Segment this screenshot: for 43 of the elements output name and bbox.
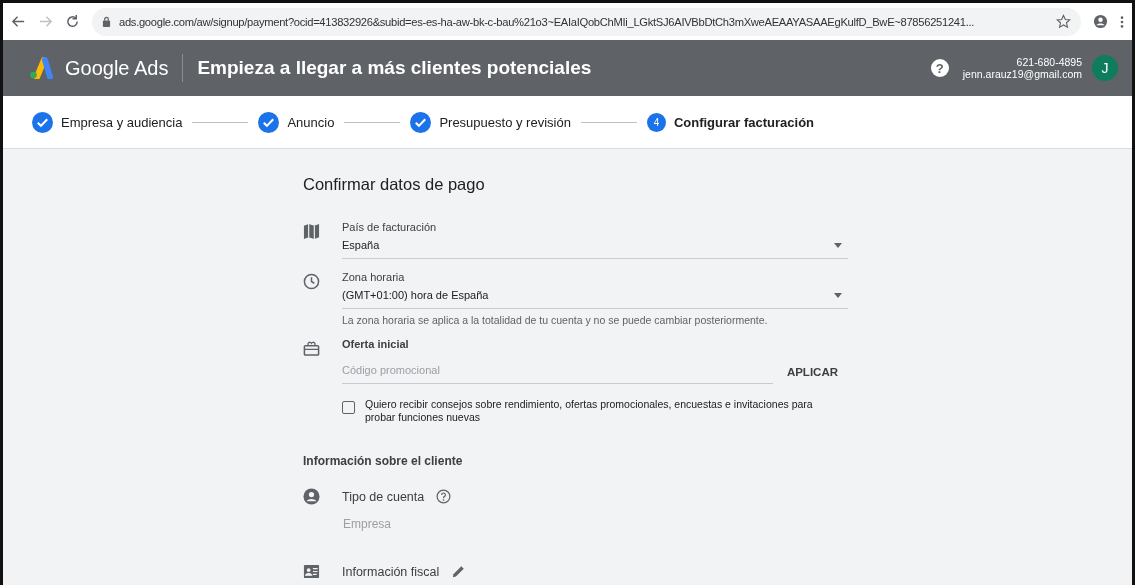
profile-icon[interactable]: [1093, 14, 1108, 29]
account-phone: 621-680-4895: [1016, 56, 1082, 68]
star-icon[interactable]: [1056, 14, 1071, 29]
person-icon: [303, 488, 320, 505]
step-number: 4: [646, 112, 666, 132]
step-item[interactable]: Anuncio: [258, 111, 335, 133]
clock-icon: [303, 273, 320, 290]
step-item[interactable]: Empresa y audiencia: [32, 111, 183, 133]
step-item[interactable]: Presupuesto y revisión: [410, 111, 571, 133]
more-icon[interactable]: [1120, 14, 1124, 29]
checkbox[interactable]: [342, 401, 355, 414]
offer-label: Oferta inicial: [342, 338, 410, 350]
url-text: ads.google.com/aw/signup/payment?ocid=413832926&subid=es-es-ha-aw-bk-c-bau%21o3~EAIaIQobChMIi_LGktSJ6AIVBbDtCh3mXweAEAAYASAAEgKulfD_BwE~87856251241...: [119, 15, 976, 28]
product-name: Google Ads: [65, 56, 169, 80]
logo-icon: [29, 57, 53, 79]
page-title: Empieza a llegar a más clientes potenciales: [197, 57, 592, 79]
avatar[interactable]: J: [1092, 55, 1118, 81]
id-card-icon: [303, 563, 320, 580]
timezone-hint: La zona horaria se aplica a la totalidad de tu cuenta y no se puede cambiar posteriormente.: [342, 314, 769, 326]
timezone-select[interactable]: Zona horaria (GMT+01:00) hora de España: [342, 269, 848, 309]
check-circle-icon: [258, 111, 280, 133]
gift-card-icon: [303, 340, 320, 357]
account-type-label: Tipo de cuenta: [342, 489, 425, 504]
help-icon[interactable]: [436, 489, 452, 504]
step-item[interactable]: 4 Configurar facturación: [646, 112, 815, 132]
promo-code-field[interactable]: Código promocional: [342, 360, 773, 384]
section-title: Información sobre el cliente: [303, 454, 464, 468]
address-bar[interactable]: ads.google.com/aw/signup/payment?ocid=413832926&subid=es-es-ha-aw-bk-c-bau%21o3~EAIaIQobChMIi_LGktSJ6AIVBbDtCh3mXweAEAAYASAAEgKulfD_BwE~87856251241...: [92, 7, 1081, 36]
consent-label: Quiero recibir consejos sobre rendimiento, ofertas promocionales, encuestas e invitaciones para probar funciones nuevas: [365, 398, 814, 424]
account-type-value: Empresa: [343, 517, 393, 531]
pencil-icon[interactable]: [451, 564, 467, 579]
back-icon[interactable]: [11, 14, 26, 29]
account-email: jenn.arauz19@gmail.com: [962, 68, 1082, 80]
check-circle-icon: [32, 111, 53, 133]
lock-icon: [102, 16, 111, 27]
apply-button[interactable]: APLICAR: [782, 362, 848, 384]
help-icon[interactable]: ?: [930, 59, 949, 77]
section-title: Confirmar datos de pago: [303, 175, 486, 194]
check-circle-icon: [410, 111, 432, 133]
map-icon: [303, 223, 320, 240]
country-select[interactable]: País de facturación España: [342, 219, 848, 259]
reload-icon[interactable]: [65, 14, 80, 29]
tax-info-label: Información fiscal: [342, 564, 440, 579]
